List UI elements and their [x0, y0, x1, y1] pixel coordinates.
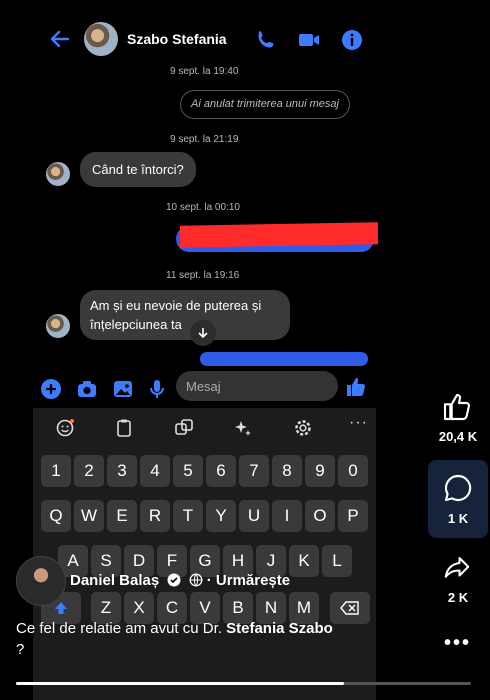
verified-badge-icon	[167, 573, 181, 587]
thumbs-up-icon[interactable]	[344, 375, 368, 399]
key[interactable]: 0	[338, 455, 368, 487]
share-arrow-icon	[444, 557, 470, 578]
key[interactable]: U	[239, 500, 269, 532]
message-line: Am și eu nevoie de puterea și	[90, 298, 262, 313]
follow-link[interactable]: · Urmărește	[207, 572, 290, 589]
key[interactable]: 6	[206, 455, 236, 487]
outgoing-message[interactable]	[200, 352, 368, 366]
plus-icon[interactable]	[40, 378, 62, 400]
author-line: Daniel Balaș · Urmărește	[70, 572, 290, 589]
settings-gear-icon[interactable]	[293, 418, 313, 438]
globe-public-icon	[189, 573, 203, 587]
translate-icon[interactable]	[174, 418, 194, 438]
more-options-icon[interactable]: ···	[349, 414, 369, 434]
camera-icon[interactable]	[76, 378, 98, 400]
incoming-message[interactable]: Când te întorci?	[80, 152, 196, 187]
caption-text: Ce fel de relatie am avut cu Dr.	[16, 620, 227, 637]
key[interactable]: 9	[305, 455, 335, 487]
microphone-icon[interactable]	[146, 378, 168, 400]
sender-avatar[interactable]	[46, 314, 70, 338]
shift-arrow-icon	[55, 602, 67, 614]
info-icon[interactable]	[340, 28, 364, 52]
video-call-icon[interactable]	[297, 28, 321, 52]
arrow-down-icon	[198, 328, 208, 339]
video-progress-fill	[16, 682, 344, 685]
comment-count: 1 K	[447, 511, 469, 526]
key[interactable]: O	[305, 500, 335, 532]
sender-avatar[interactable]	[46, 162, 70, 186]
video-progress-bar[interactable]	[16, 682, 471, 685]
key[interactable]: 4	[140, 455, 170, 487]
ai-sparkle-icon[interactable]	[233, 418, 253, 438]
key[interactable]: E	[107, 500, 137, 532]
caption-text-end: ?	[16, 641, 25, 658]
message-timestamp: 10 sept. la 00:10	[166, 202, 240, 213]
key[interactable]: W	[74, 500, 104, 532]
author-name[interactable]: Daniel Balaș	[70, 572, 159, 589]
message-timestamp: 11 sept. la 19:16	[166, 270, 240, 281]
message-timestamp: 9 sept. la 21:19	[170, 134, 239, 145]
message-timestamp: 9 sept. la 19:40	[170, 66, 239, 77]
like-count: 20,4 K	[438, 429, 478, 444]
key[interactable]: Q	[41, 500, 71, 532]
key[interactable]: 3	[107, 455, 137, 487]
key[interactable]: 1	[41, 455, 71, 487]
comment-bubble-icon	[444, 474, 472, 502]
key[interactable]: 2	[74, 455, 104, 487]
post-caption: Ce fel de relatie am avut cu Dr. Stefani…	[16, 618, 416, 660]
message-input[interactable]	[176, 371, 338, 401]
clipboard-icon[interactable]	[114, 418, 134, 438]
key[interactable]: R	[140, 500, 170, 532]
phone-icon[interactable]	[254, 28, 278, 52]
key[interactable]: I	[272, 500, 302, 532]
unsent-message-notice: Ai anulat trimiterea unui mesaj	[180, 90, 350, 119]
redaction-scribble	[180, 222, 378, 248]
keyboard-toolbar: ···	[33, 410, 376, 446]
key[interactable]: 7	[239, 455, 269, 487]
sticker-icon[interactable]	[55, 418, 75, 438]
more-options-button[interactable]: •••	[444, 632, 471, 655]
incoming-message[interactable]: Am și eu nevoie de puterea și înțelepciu…	[80, 290, 290, 340]
author-avatar[interactable]	[16, 556, 66, 606]
key[interactable]: L	[322, 545, 352, 577]
contact-avatar[interactable]	[84, 22, 118, 56]
share-count: 2 K	[447, 590, 469, 605]
back-arrow-icon[interactable]	[48, 27, 72, 51]
thumbs-up-outline-icon	[443, 393, 471, 421]
key[interactable]: T	[173, 500, 203, 532]
gallery-icon[interactable]	[112, 378, 134, 400]
key[interactable]: Y	[206, 500, 236, 532]
contact-name[interactable]: Szabo Stefania	[127, 31, 227, 47]
comment-action[interactable]: 1 K	[428, 460, 488, 538]
key[interactable]: 8	[272, 455, 302, 487]
caption-mention[interactable]: Stefania Szabo	[226, 620, 333, 637]
message-line: înțelepciunea ta	[90, 317, 182, 332]
backspace-icon	[340, 601, 359, 615]
key[interactable]: 5	[173, 455, 203, 487]
key[interactable]: K	[289, 545, 319, 577]
scroll-down-button[interactable]	[190, 320, 216, 346]
key[interactable]: P	[338, 500, 368, 532]
